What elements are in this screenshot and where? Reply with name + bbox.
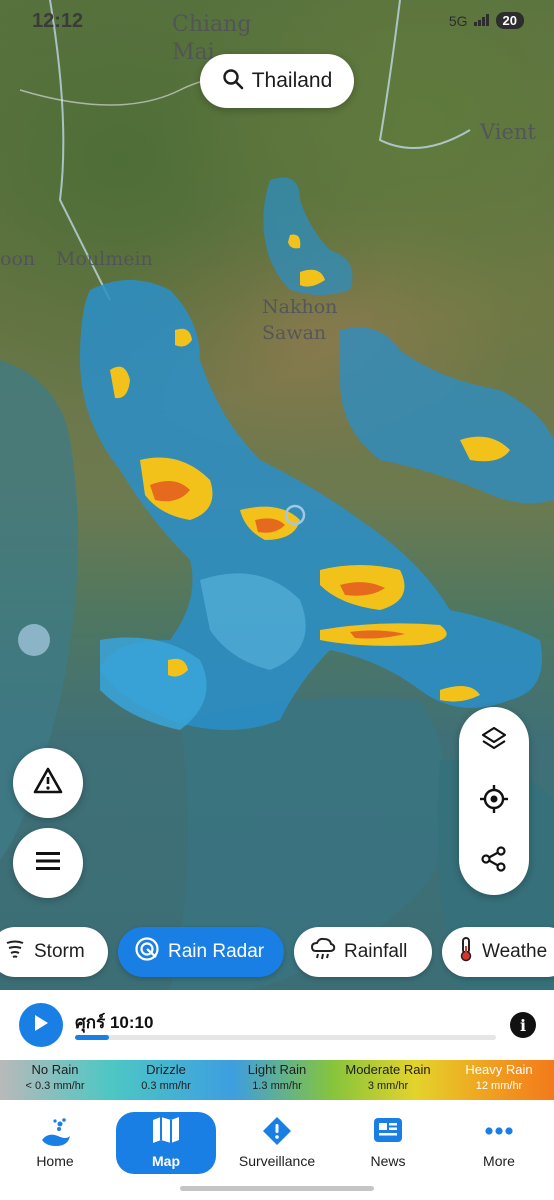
play-icon (33, 1014, 49, 1037)
search-icon (222, 68, 244, 95)
nav-surveillance[interactable]: Surveillance (227, 1112, 327, 1172)
signal-bars-icon (473, 13, 490, 29)
search-label: Thailand (251, 69, 333, 92)
legend-value: 3 mm/hr (367, 1080, 409, 1092)
chip-label: Rainfall (344, 941, 408, 962)
legend-name: Light Rain (247, 1062, 307, 1077)
info-button[interactable]: i (510, 1012, 536, 1038)
legend-heavy-rain: Heavy Rain 12 mm/hr (444, 1062, 554, 1092)
alert-icon (262, 1116, 292, 1151)
radar-icon (134, 936, 160, 968)
legend-value: 12 mm/hr (475, 1080, 523, 1092)
legend-moderate-rain: Moderate Rain 3 mm/hr (333, 1062, 443, 1092)
legend-name: Heavy Rain (465, 1062, 533, 1077)
share-button[interactable] (459, 831, 529, 891)
legend-name: No Rain (31, 1062, 79, 1077)
battery-indicator: 20 (495, 12, 524, 29)
share-icon (480, 845, 508, 878)
chip-storm[interactable]: Storm (0, 927, 108, 977)
nav-label: News (370, 1153, 406, 1169)
nav-news[interactable]: News (338, 1112, 438, 1172)
signal-label: 5G (448, 12, 468, 29)
chip-rain-radar[interactable]: Rain Radar (118, 927, 284, 977)
more-icon (484, 1116, 514, 1151)
storm-icon (4, 938, 26, 966)
legend-value: 1.3 mm/hr (252, 1080, 302, 1092)
nav-home[interactable]: Home (5, 1112, 105, 1172)
legend-value: 0.3 mm/hr (141, 1080, 191, 1092)
news-icon (373, 1116, 403, 1149)
chip-label: Rain Radar (168, 941, 265, 962)
map-label-oon: oon (0, 248, 36, 270)
locate-button[interactable] (459, 771, 529, 831)
nav-map[interactable]: Map (116, 1112, 216, 1172)
chip-rainfall[interactable]: Rainfall (294, 927, 432, 977)
map-label-moulmein: Moulmein (56, 248, 153, 270)
legend-name: Moderate Rain (345, 1062, 431, 1077)
map-icon (151, 1116, 181, 1149)
timeline-time: ศุกร์ 10:10 (75, 1013, 154, 1032)
timeline-slider[interactable] (75, 1035, 496, 1040)
warning-button[interactable] (13, 748, 83, 818)
nav-label: Surveillance (238, 1153, 316, 1169)
list-icon (36, 851, 60, 876)
home-icon (38, 1116, 72, 1155)
nav-label: Map (152, 1153, 180, 1169)
legend-light-rain: Light Rain 1.3 mm/hr (222, 1062, 332, 1092)
play-button[interactable] (19, 1003, 63, 1047)
list-button[interactable] (13, 828, 83, 898)
legend-value: < 0.3 mm/hr (25, 1080, 85, 1092)
map-controls (459, 707, 529, 895)
legend-drizzle: Drizzle 0.3 mm/hr (111, 1062, 221, 1092)
map-label-vient: Vient (480, 120, 536, 144)
legend-no-rain: No Rain < 0.3 mm/hr (0, 1062, 110, 1092)
map-label-nakhon: Nakhon (262, 296, 338, 318)
thermometer-icon (458, 936, 474, 968)
nav-more[interactable]: More (449, 1112, 549, 1172)
nav-label: Home (36, 1153, 74, 1169)
status-time: 12:12 (32, 10, 84, 32)
chip-weather[interactable]: Weathe (442, 927, 554, 977)
locate-icon (479, 784, 509, 819)
layers-icon (480, 725, 508, 758)
chip-label: Weathe (482, 941, 548, 962)
rainfall-icon (310, 936, 336, 968)
home-indicator (180, 1186, 374, 1191)
warning-icon (33, 767, 63, 799)
nav-label: More (483, 1153, 515, 1169)
legend-name: Drizzle (146, 1062, 186, 1077)
info-icon: i (519, 1015, 527, 1035)
map-label-sawan: Sawan (262, 322, 327, 344)
search-button[interactable]: Thailand (200, 54, 354, 108)
chip-label: Storm (34, 941, 85, 962)
rain-legend: No Rain < 0.3 mm/hr Drizzle 0.3 mm/hr Li… (0, 1060, 554, 1100)
layers-button[interactable] (459, 711, 529, 771)
map-label-chiang: Chiang (172, 12, 252, 37)
timeline-progress (75, 1035, 109, 1040)
status-indicators: 5G 20 (449, 12, 524, 29)
